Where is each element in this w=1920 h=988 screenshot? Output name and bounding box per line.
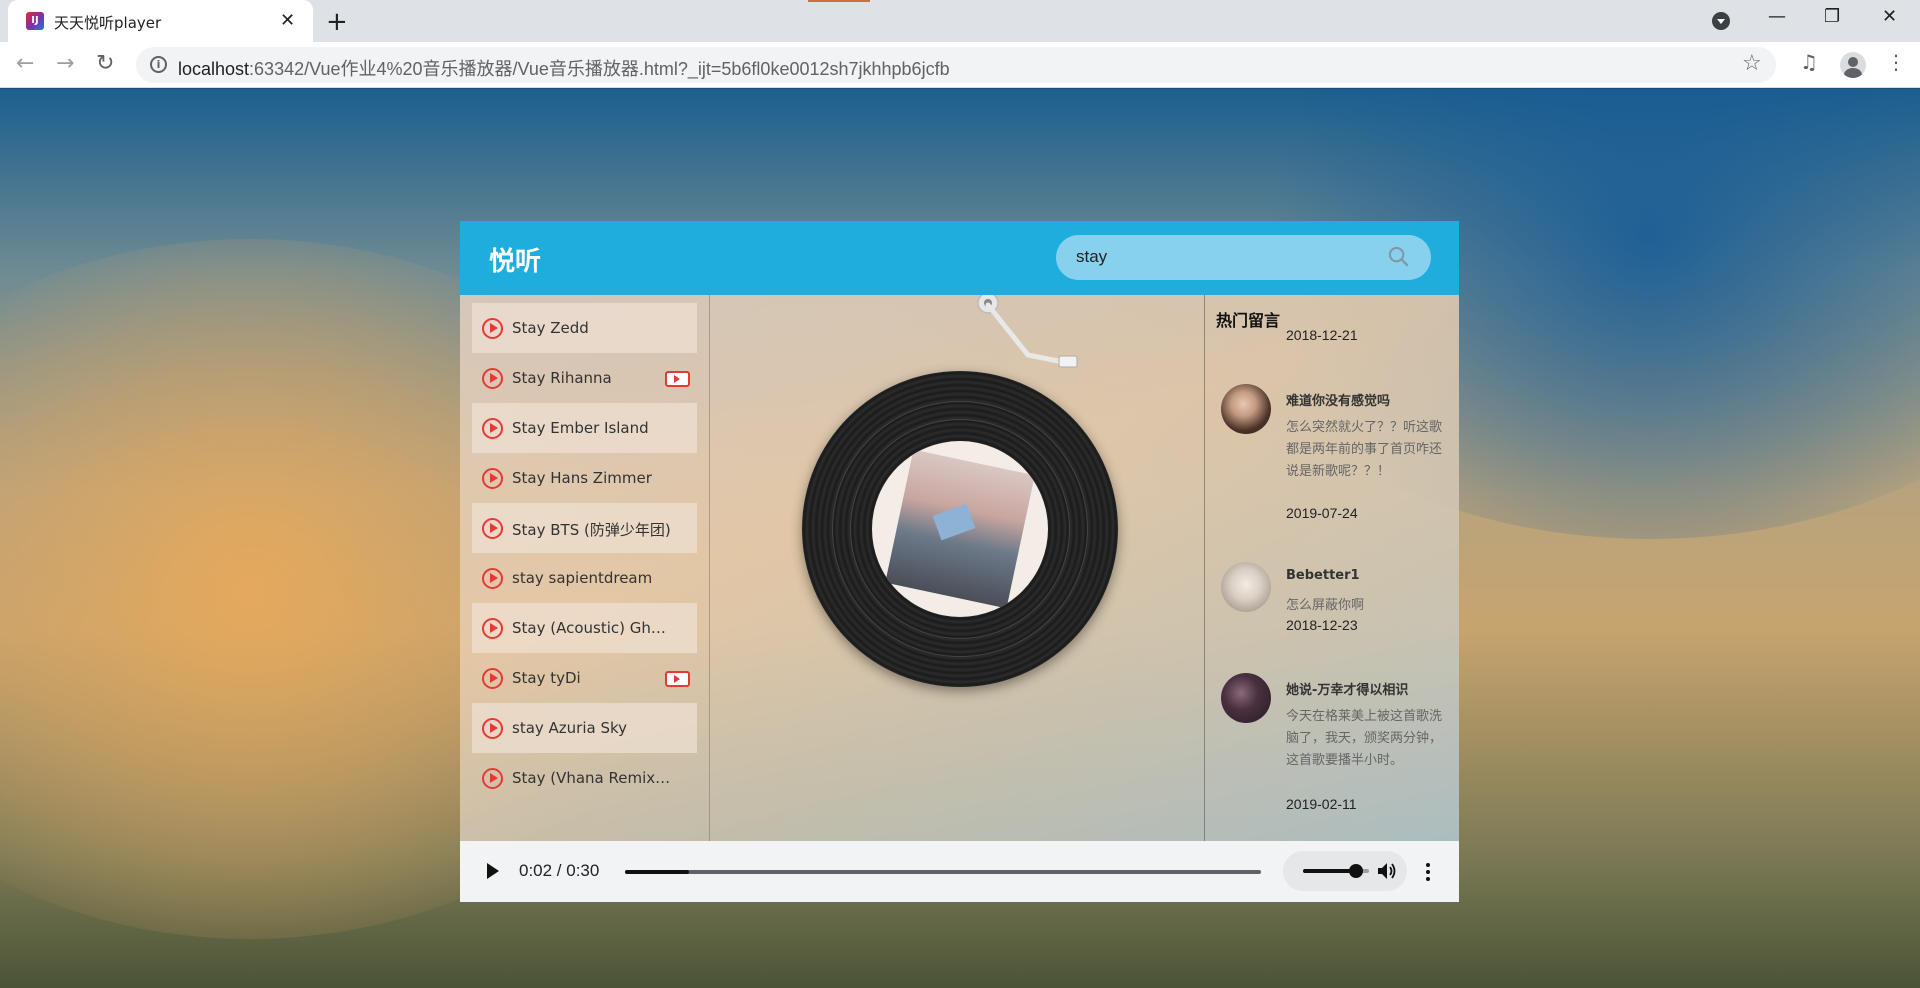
album-cover	[872, 441, 1048, 617]
address-bar[interactable]: i localhost:63342/Vue作业4%20音乐播放器/Vue音乐播放…	[136, 47, 1776, 83]
comment-user: 她说-万幸才得以相识	[1286, 683, 1409, 698]
song-item[interactable]: Stay (Acoustic) Gho...	[472, 603, 697, 653]
song-item[interactable]: Stay Ember Island	[472, 403, 697, 453]
play-song-icon[interactable]	[482, 468, 503, 489]
comment-text: 怎么屏蔽你啊	[1286, 598, 1365, 613]
comment-date: 2018-12-21	[1286, 327, 1358, 343]
user-avatar	[1221, 562, 1271, 612]
url-path: :63342/Vue作业4%20音乐播放器/Vue音乐播放器.html?_ijt…	[249, 59, 950, 79]
media-control-icon[interactable]: ♫	[1800, 50, 1818, 74]
audio-progress-bar[interactable]	[625, 870, 1261, 874]
song-name: Stay BTS (防弹少年团)	[512, 521, 671, 539]
play-song-icon[interactable]	[482, 518, 503, 539]
comment-user: 难道你没有感觉吗	[1286, 394, 1391, 409]
background-tab-edge	[808, 0, 870, 2]
song-item[interactable]: Stay Hans Zimmer	[472, 453, 697, 503]
user-avatar	[1221, 673, 1271, 723]
tonearm-icon	[977, 295, 1078, 368]
browser-tab[interactable]: IJ 天天悦听player ✕	[8, 0, 313, 42]
volume-knob[interactable]	[1348, 864, 1363, 878]
song-name: stay Azuria Sky	[512, 719, 628, 737]
browser-toolbar: ← → ↻ i localhost:63342/Vue作业4%20音乐播放器/V…	[0, 42, 1920, 88]
comment-text: 怎么突然就火了？？听这歌都是两年前的事了首页咋还说是新歌呢？？！	[1286, 420, 1443, 479]
comment-date: 2019-02-11	[1286, 796, 1357, 812]
song-item[interactable]: Stay Zedd	[472, 303, 697, 353]
more-options-icon[interactable]	[1426, 862, 1430, 882]
play-song-icon[interactable]	[482, 568, 503, 589]
song-name: Stay Zedd	[512, 319, 589, 337]
search-box	[1056, 235, 1431, 280]
comment-user: Bebetter1	[1286, 568, 1360, 583]
comments-divider	[1204, 295, 1205, 841]
player-logo: 悦听	[489, 247, 542, 277]
bookmark-star-icon[interactable]: ☆	[1742, 51, 1762, 76]
song-item[interactable]: stay Azuria Sky	[472, 703, 697, 753]
song-item[interactable]: Stay tyDi	[472, 653, 697, 703]
comments-title: 热门留言	[1216, 311, 1281, 330]
new-tab-icon[interactable]: +	[326, 7, 348, 37]
volume-fill	[1303, 869, 1356, 873]
intellij-favicon-icon: IJ	[26, 12, 44, 30]
profile-avatar-icon[interactable]	[1840, 52, 1866, 78]
disc-area	[710, 295, 1204, 841]
volume-control	[1283, 851, 1407, 891]
song-list: Stay Stay Zedd Stay Rihanna Stay Ember Isla…	[472, 295, 709, 841]
tab-title: 天天悦听player	[54, 14, 162, 32]
window-close-icon[interactable]: ✕	[1882, 6, 1897, 27]
play-song-icon[interactable]	[482, 718, 503, 739]
audio-time: 0:02 / 0:30	[519, 861, 600, 880]
song-name: stay sapientdream	[512, 569, 653, 587]
player-header: 悦听	[460, 221, 1459, 295]
restore-icon[interactable]: ❐	[1824, 6, 1840, 27]
url-text[interactable]: localhost:63342/Vue作业4%20音乐播放器/Vue音乐播放器.…	[178, 55, 950, 81]
audio-play-icon[interactable]	[487, 863, 499, 879]
play-song-icon[interactable]	[482, 368, 503, 389]
mv-icon[interactable]	[665, 371, 690, 387]
song-name: Stay tyDi	[512, 669, 581, 687]
comment-date: 2018-12-23	[1286, 617, 1358, 633]
url-host: localhost	[178, 59, 250, 79]
play-song-icon[interactable]	[482, 668, 503, 689]
song-item[interactable]: Stay Rihanna	[472, 353, 697, 403]
comment-date: 2019-07-24	[1286, 505, 1358, 521]
song-item[interactable]: stay sapientdream	[472, 553, 697, 603]
audio-controls: 0:02 / 0:30	[460, 841, 1459, 902]
browser-menu-icon[interactable]: ⋮	[1886, 50, 1906, 74]
song-name: Stay Rihanna	[512, 369, 612, 387]
site-info-icon[interactable]: i	[150, 56, 167, 73]
play-song-icon[interactable]	[482, 618, 503, 639]
forward-icon[interactable]: →	[56, 51, 74, 76]
user-avatar	[1221, 384, 1271, 434]
song-name: Stay (Vhana Remix)...	[512, 769, 672, 787]
song-item[interactable]: Stay	[472, 295, 697, 303]
search-input[interactable]	[1076, 245, 1366, 269]
tab-search-icon[interactable]	[1712, 12, 1730, 30]
mv-icon[interactable]	[665, 671, 690, 687]
tab-close-icon[interactable]: ✕	[280, 10, 295, 31]
speaker-icon[interactable]	[1377, 862, 1397, 880]
comment-text: 今天在格莱美上被这首歌洗脑了，我天，颁奖两分钟，这首歌要播半小时。	[1286, 709, 1443, 768]
play-song-icon[interactable]	[482, 418, 503, 439]
audio-progress-fill	[625, 870, 689, 874]
reload-icon[interactable]: ↻	[96, 51, 114, 76]
comments-panel: 热门留言 2018-12-21 难道你没有感觉吗 怎么突然就火了？？听这歌都是两…	[1204, 295, 1459, 841]
search-icon[interactable]	[1388, 246, 1409, 267]
vinyl-record	[802, 371, 1118, 687]
minimize-icon[interactable]: —	[1768, 6, 1786, 27]
play-song-icon[interactable]	[482, 768, 503, 789]
browser-titlebar: IJ 天天悦听player ✕ + — ❐ ✕	[0, 0, 1920, 42]
song-name: Stay Ember Island	[512, 419, 649, 437]
song-item[interactable]: Stay (Vhana Remix)...	[472, 753, 697, 803]
play-song-icon[interactable]	[482, 318, 503, 339]
player-body: Stay Stay Zedd Stay Rihanna Stay Ember Isla…	[460, 295, 1459, 841]
song-name: Stay (Acoustic) Gho...	[512, 619, 672, 637]
music-player: 悦听 Stay Stay Zedd Stay Rihanna Stay Ember I…	[460, 221, 1459, 902]
song-name: Stay Hans Zimmer	[512, 469, 652, 487]
back-icon[interactable]: ←	[16, 51, 34, 76]
song-item[interactable]: Stay BTS (防弹少年团)	[472, 503, 697, 553]
